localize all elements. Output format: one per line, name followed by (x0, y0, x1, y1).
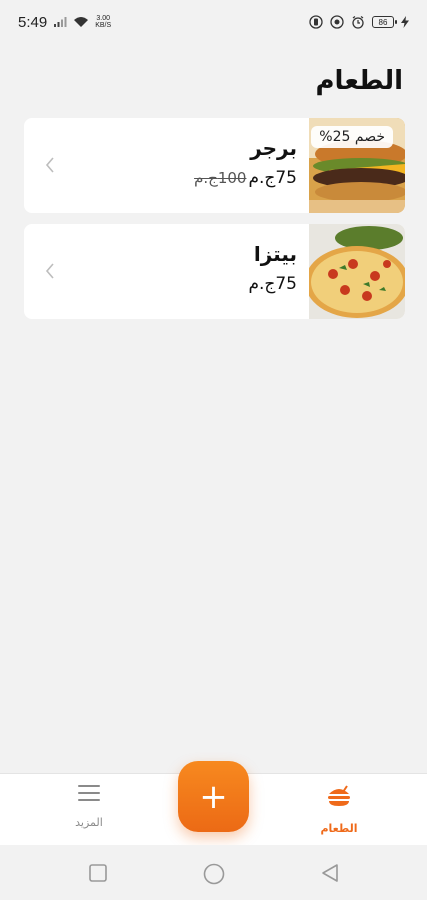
item-price: 75ج.م (248, 168, 297, 188)
chevron-left-icon (40, 260, 60, 282)
food-item-card[interactable]: بيتزا 75ج.م (24, 224, 405, 319)
item-name: بيتزا (253, 242, 297, 266)
net-speed-value: 3.00 (96, 15, 110, 22)
nav-food-label: الطعام (320, 822, 358, 835)
data-saver-icon (330, 15, 344, 29)
signal-icon (53, 16, 67, 28)
item-old-price: 100ج.م (194, 169, 247, 187)
chevron-left-icon (40, 154, 60, 176)
item-info: بيتزا 75ج.م (248, 242, 297, 294)
recents-icon[interactable] (88, 863, 108, 883)
item-price: 75ج.م (248, 274, 297, 294)
home-icon[interactable] (203, 863, 225, 885)
nav-more-label: المزيد (75, 816, 103, 829)
battery-icon: 86 (372, 16, 397, 28)
discount-badge: خصم 25% (311, 126, 393, 148)
pizza-photo (309, 224, 405, 319)
food-item-card[interactable]: خصم 25% برجر 75ج.م 100ج.م (24, 118, 405, 213)
page-title: الطعام (315, 66, 404, 96)
battery-level: 86 (378, 17, 388, 27)
net-speed-unit: KB/S (95, 22, 112, 29)
status-left: 5:49 3.00 KB/S (18, 14, 111, 31)
wifi-icon (73, 16, 89, 28)
add-button[interactable]: + (178, 761, 249, 832)
status-bar: 5:49 3.00 KB/S 86 (0, 0, 427, 44)
vibrate-icon (309, 15, 323, 29)
status-right: 86 (309, 15, 409, 29)
charging-icon (401, 16, 409, 28)
menu-icon (78, 784, 100, 806)
price-row: 75ج.م (248, 274, 297, 294)
nav-tab-more[interactable]: المزيد (44, 784, 134, 829)
back-icon[interactable] (320, 863, 340, 883)
plus-icon: + (199, 776, 228, 817)
system-nav-bar (0, 845, 427, 900)
alarm-icon (351, 15, 365, 29)
status-time: 5:49 (18, 13, 48, 31)
item-info: برجر 75ج.م 100ج.م (194, 136, 297, 188)
price-row: 75ج.م 100ج.م (194, 168, 297, 188)
net-speed: 3.00 KB/S (95, 15, 111, 29)
burger-icon (325, 784, 353, 812)
item-name: برجر (250, 136, 297, 160)
nav-tab-food[interactable]: الطعام (294, 784, 384, 835)
burger-photo: خصم 25% (309, 118, 405, 213)
